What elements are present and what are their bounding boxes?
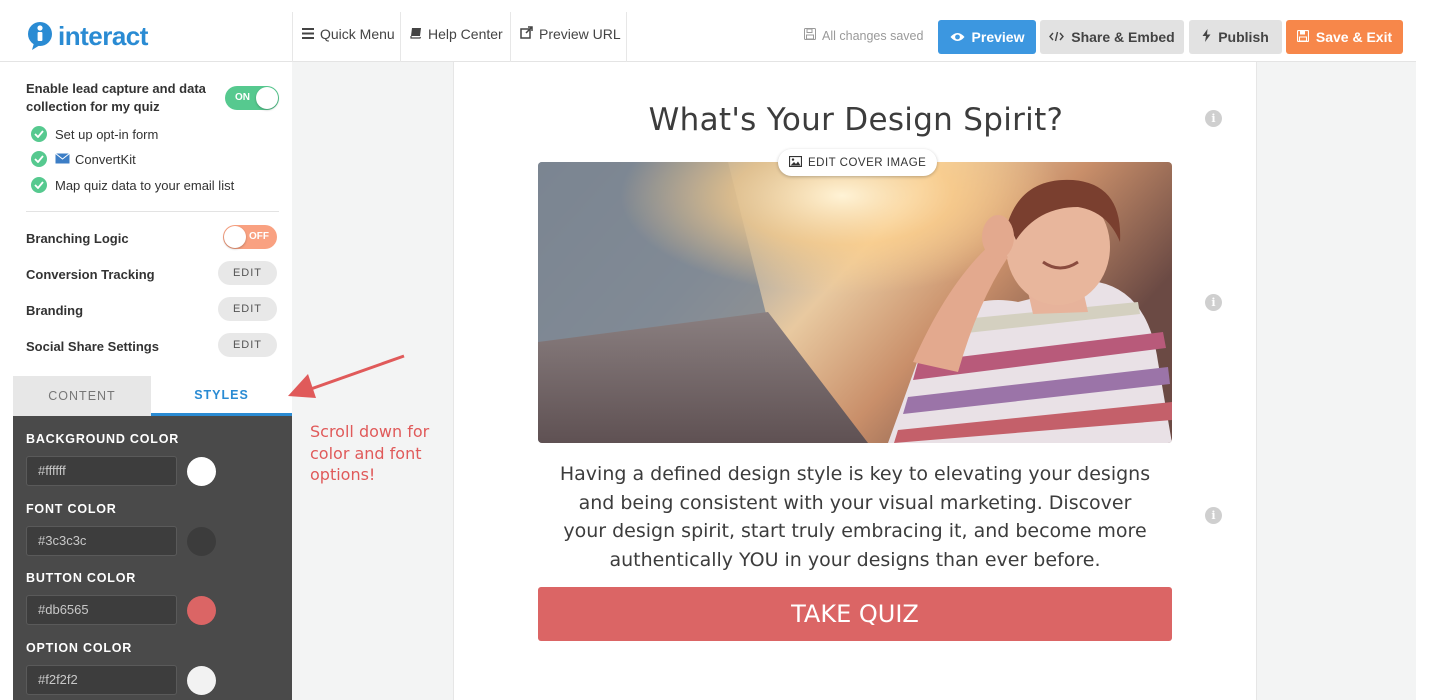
save-exit-button[interactable]: Save & Exit bbox=[1286, 20, 1403, 54]
toggle-off-label: OFF bbox=[249, 231, 269, 242]
image-icon bbox=[788, 155, 803, 170]
publish-label: Publish bbox=[1218, 29, 1269, 45]
cover-photo bbox=[538, 162, 1172, 443]
checklist-item[interactable]: ConvertKit bbox=[31, 151, 136, 167]
conversion-tracking-edit-button[interactable]: EDIT bbox=[218, 261, 277, 285]
save-status: All changes saved bbox=[804, 28, 923, 43]
button-color-swatch[interactable] bbox=[187, 596, 216, 625]
checklist-item-label: Map quiz data to your email list bbox=[55, 177, 235, 193]
toggle-knob bbox=[224, 226, 246, 248]
floppy-disk-icon bbox=[1296, 29, 1309, 45]
sidebar: Enable lead capture and data collection … bbox=[13, 62, 292, 700]
preview-url-label: Preview URL bbox=[539, 26, 621, 42]
quiz-description[interactable]: Having a defined design style is key to … bbox=[558, 460, 1152, 574]
social-share-edit-button[interactable]: EDIT bbox=[218, 333, 277, 357]
edit-cover-image-button[interactable]: EDIT COVER IMAGE bbox=[778, 149, 938, 176]
font-color-label: FONT COLOR bbox=[26, 502, 117, 516]
branding-label: Branding bbox=[26, 303, 84, 318]
logo[interactable]: interact bbox=[26, 20, 148, 52]
check-icon bbox=[31, 151, 47, 167]
floppy-disk-icon bbox=[804, 28, 816, 43]
branching-logic-label: Branching Logic bbox=[26, 231, 129, 246]
lightning-icon bbox=[1202, 29, 1211, 45]
background-color-swatch[interactable] bbox=[187, 457, 216, 486]
checklist-item-label: ConvertKit bbox=[75, 151, 136, 167]
quiz-builder-app: interact Quick Menu Help Center Preview … bbox=[0, 0, 1430, 700]
annotation-text: Scroll down for color and font options! bbox=[310, 422, 430, 484]
help-center-label: Help Center bbox=[428, 26, 503, 42]
code-icon bbox=[1049, 29, 1065, 45]
option-color-label: OPTION COLOR bbox=[26, 641, 133, 655]
divider bbox=[26, 211, 279, 212]
save-exit-label: Save & Exit bbox=[1315, 29, 1393, 45]
info-icon[interactable]: i bbox=[1205, 294, 1222, 311]
share-embed-label: Share & Embed bbox=[1071, 29, 1175, 45]
tab-styles[interactable]: STYLES bbox=[151, 376, 292, 416]
annotation-arrow-icon bbox=[288, 354, 405, 398]
top-bar: interact Quick Menu Help Center Preview … bbox=[0, 0, 1416, 62]
nav-divider bbox=[400, 12, 401, 62]
tab-content[interactable]: CONTENT bbox=[13, 376, 151, 416]
checklist-item[interactable]: Set up opt-in form bbox=[31, 126, 158, 142]
sidebar-tabs: CONTENT STYLES bbox=[13, 376, 292, 416]
lead-capture-toggle[interactable]: ON bbox=[225, 86, 279, 110]
preview-button-label: Preview bbox=[971, 29, 1025, 45]
nav-divider bbox=[510, 12, 511, 62]
checklist-item-label: Set up opt-in form bbox=[55, 126, 159, 142]
quick-menu-label: Quick Menu bbox=[320, 26, 395, 42]
preview-button[interactable]: Preview bbox=[938, 20, 1036, 54]
background-color-label: BACKGROUND COLOR bbox=[26, 432, 180, 446]
background-color-input[interactable]: #ffffff bbox=[26, 456, 177, 486]
nav-divider bbox=[292, 12, 293, 62]
help-center-link[interactable]: Help Center bbox=[410, 26, 503, 42]
book-icon bbox=[410, 26, 422, 42]
check-icon bbox=[31, 126, 47, 142]
branching-logic-toggle[interactable]: OFF bbox=[223, 225, 277, 249]
font-color-input[interactable]: #3c3c3c bbox=[26, 526, 177, 556]
logo-icon bbox=[26, 21, 54, 51]
cover-image[interactable] bbox=[538, 162, 1172, 443]
check-icon bbox=[31, 177, 47, 193]
toggle-knob bbox=[256, 87, 278, 109]
toggle-on-label: ON bbox=[235, 92, 250, 103]
option-color-swatch[interactable] bbox=[187, 666, 216, 695]
info-icon[interactable]: i bbox=[1205, 110, 1222, 127]
branding-edit-button[interactable]: EDIT bbox=[218, 297, 277, 321]
take-quiz-button[interactable]: TAKE QUIZ bbox=[538, 587, 1172, 641]
envelope-icon bbox=[55, 152, 70, 167]
styles-panel: BACKGROUND COLOR #ffffff FONT COLOR #3c3… bbox=[13, 416, 292, 700]
quiz-title[interactable]: What's Your Design Spirit? bbox=[454, 102, 1258, 138]
checklist-item[interactable]: Map quiz data to your email list bbox=[31, 177, 234, 193]
conversion-tracking-label: Conversion Tracking bbox=[26, 267, 155, 282]
info-icon[interactable]: i bbox=[1205, 507, 1222, 524]
button-color-input[interactable]: #db6565 bbox=[26, 595, 177, 625]
hamburger-icon bbox=[302, 26, 314, 42]
button-color-label: BUTTON COLOR bbox=[26, 571, 137, 585]
share-embed-button[interactable]: Share & Embed bbox=[1040, 20, 1184, 54]
font-color-swatch[interactable] bbox=[187, 527, 216, 556]
nav-divider bbox=[626, 12, 627, 62]
eye-icon bbox=[950, 29, 965, 45]
edit-cover-label: EDIT COVER IMAGE bbox=[808, 156, 927, 169]
lead-capture-label: Enable lead capture and data collection … bbox=[26, 81, 206, 114]
preview-url-link[interactable]: Preview URL bbox=[520, 26, 621, 42]
publish-button[interactable]: Publish bbox=[1189, 20, 1282, 54]
external-link-icon bbox=[520, 26, 533, 42]
social-share-label: Social Share Settings bbox=[26, 339, 159, 354]
quick-menu-link[interactable]: Quick Menu bbox=[302, 26, 395, 42]
quiz-canvas: What's Your Design Spirit? EDIT COVER IM… bbox=[453, 62, 1257, 700]
option-color-input[interactable]: #f2f2f2 bbox=[26, 665, 177, 695]
logo-text: interact bbox=[58, 20, 148, 51]
save-status-text: All changes saved bbox=[822, 28, 924, 43]
